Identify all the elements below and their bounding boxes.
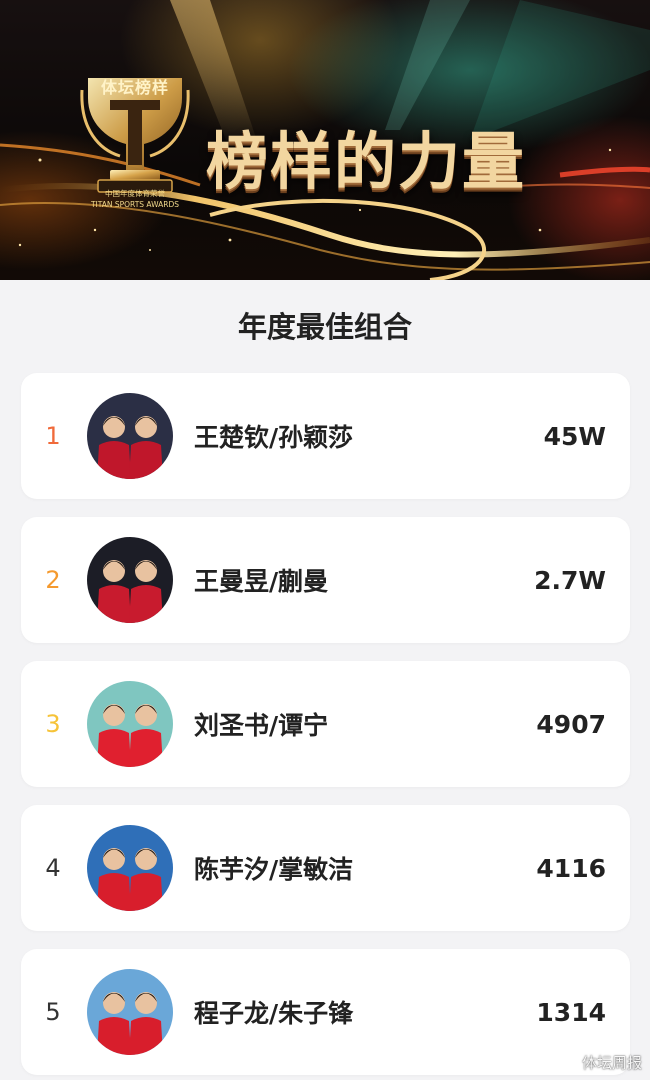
banner-title: 榜样的力量 [206, 125, 527, 198]
ranking-item[interactable]: 3 刘圣书/谭宁 4907 [21, 661, 630, 787]
ranking-item[interactable]: 5 程子龙/朱子锋 1314 [21, 949, 630, 1075]
athlete-pair-photo [87, 393, 173, 479]
ranking-item[interactable]: 4 陈芋汐/掌敏洁 4116 [21, 805, 630, 931]
avatar [87, 969, 173, 1055]
avatar [87, 681, 173, 767]
athlete-pair-photo [87, 681, 173, 767]
banner: 体坛榜样 中国年度体育荣誉 TITAN SPORTS AWARDS 榜样的力量 [0, 0, 650, 280]
avatar [87, 393, 173, 479]
vote-count: 2.7W [534, 565, 606, 595]
avatar [87, 537, 173, 623]
ranking-item[interactable]: 1 王楚钦/孙颖莎 45W [21, 373, 630, 499]
vote-count: 4907 [536, 709, 606, 739]
banner-subtitle-cn: 中国年度体育荣誉 [105, 189, 165, 198]
pair-names: 程子龙/朱子锋 [194, 999, 354, 1028]
weibo-icon [559, 1055, 578, 1070]
rank-number: 5 [45, 998, 61, 1026]
rank-number: 2 [45, 566, 61, 594]
pair-names: 刘圣书/谭宁 [194, 711, 329, 740]
ranking-item[interactable]: 2 王曼昱/蒯曼 2.7W [21, 517, 630, 643]
pair-names: 王曼昱/蒯曼 [194, 567, 329, 596]
vote-count: 4116 [536, 853, 606, 883]
banner-subtitle: 中国年度体育荣誉 TITAN SPORTS AWARDS [82, 188, 188, 210]
athlete-pair-photo [87, 537, 173, 623]
vote-count: 45W [543, 421, 606, 451]
banner-subtitle-en: TITAN SPORTS AWARDS [90, 200, 180, 209]
rank-number: 4 [45, 854, 61, 882]
athlete-pair-photo [87, 825, 173, 911]
watermark: 体坛周报 [559, 1050, 642, 1074]
rank-number: 1 [45, 422, 61, 450]
watermark-text: 体坛周报 [581, 1053, 642, 1072]
pair-names: 王楚钦/孙颖莎 [194, 423, 354, 452]
avatar [87, 825, 173, 911]
rank-number: 3 [45, 710, 61, 738]
pair-names: 陈芋汐/掌敏洁 [194, 855, 354, 884]
section-title: 年度最佳组合 [237, 310, 412, 344]
athlete-pair-photo [87, 969, 173, 1055]
banner-badge: 体坛榜样 [100, 78, 169, 97]
